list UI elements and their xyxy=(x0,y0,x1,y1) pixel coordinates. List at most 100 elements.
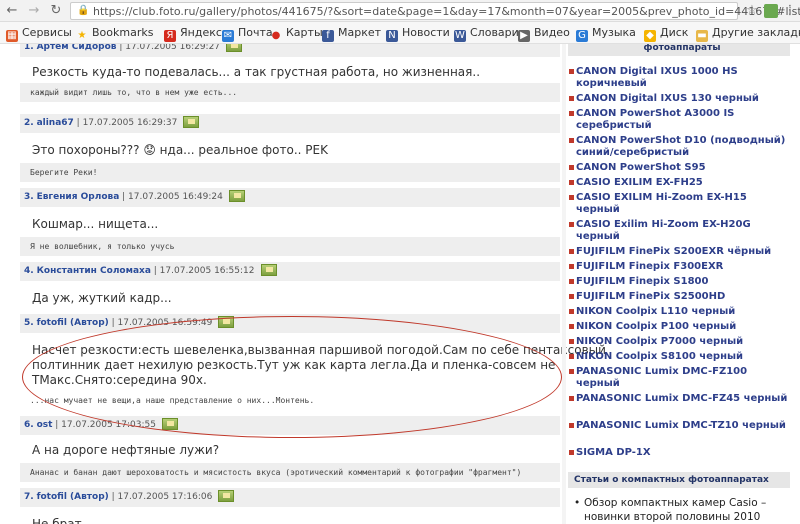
comment-text: Это похороны??? 😟 нда... реальное фото..… xyxy=(32,143,328,157)
sidebar-header: фотоаппараты xyxy=(568,44,790,56)
comment-date: | 17.07.2005 16:29:37 xyxy=(73,118,178,128)
camera-link[interactable]: FUJIFILM FinePix S2500HD xyxy=(569,291,790,303)
camera-link[interactable]: PANASONIC Lumix DMC-FZ45 черный xyxy=(569,393,790,405)
photo-thumbnail-icon[interactable] xyxy=(260,264,277,276)
camera-link[interactable]: NIKON Coolpix S8100 черный xyxy=(569,351,790,363)
camera-link[interactable]: CANON PowerShot A3000 IS серебристый xyxy=(569,108,790,132)
article-link[interactable]: Обзор компактных камер Casio – новинки в… xyxy=(574,496,788,524)
comment-text: Кошмар... нищета... xyxy=(32,217,159,231)
comment-header: 5. fotofil (Автор) | 17.07.2005 16:59:49 xyxy=(20,314,560,333)
camera-link[interactable]: CASIO Exilim Hi-Zoom EX-H20G черный xyxy=(569,219,790,243)
bookmark-star-icon[interactable]: ☆ xyxy=(744,3,760,19)
mail-icon: ✉ xyxy=(222,30,234,42)
bookmark-label: Новости xyxy=(402,26,450,39)
comment-author-link[interactable]: fotofil (Автор) xyxy=(37,492,109,502)
comment-header: 7. fotofil (Автор) | 17.07.2005 17:16:06 xyxy=(20,488,560,507)
bookmark-mail[interactable]: ✉ Почта xyxy=(222,25,273,42)
comment-signature: Берегите Реки! xyxy=(20,163,560,182)
comment-date: | 17.07.2005 16:49:24 xyxy=(119,192,223,202)
camera-link[interactable]: NIKON Coolpix P7000 черный xyxy=(569,336,790,348)
bookmarks-bar: ▦ Сервисы ★ Bookmarks Я Яндекс ✉ Почта ● Карт… xyxy=(0,22,800,44)
camera-link[interactable]: FUJIFILM Finepix F300EXR xyxy=(569,261,790,273)
comment-text: Не брат xyxy=(32,517,82,524)
comment-text: Резкость куда-то подевалась... а так гру… xyxy=(32,65,481,79)
bookmark-market[interactable]: f Маркет xyxy=(322,25,382,42)
address-bar[interactable]: 🔒 https://club.foto.ru/gallery/photos/44… xyxy=(70,2,800,20)
comment-number: 6. xyxy=(24,420,34,430)
menu-icon[interactable]: ⋮ xyxy=(782,3,798,19)
comment-author-link[interactable]: Евгения Орлова xyxy=(37,192,120,202)
comment-signature: Я не волшебник, я только учусь xyxy=(20,237,560,256)
comment-date: | 17.07.2005 16:29:27 xyxy=(116,44,221,52)
camera-link[interactable]: PANASONIC Lumix DMC-TZ10 черный xyxy=(569,420,790,432)
photo-thumbnail-icon[interactable] xyxy=(228,190,245,202)
camera-link[interactable]: FUJIFILM FinePix S200EXR чёрный xyxy=(569,246,790,258)
bookmark-label: Почта xyxy=(238,26,273,39)
forward-arrow-icon[interactable]: → xyxy=(26,3,42,19)
camera-link[interactable]: CANON PowerShot S95 xyxy=(569,162,790,174)
bookmark-yandex[interactable]: Я Яндекс xyxy=(164,25,222,42)
comment-text-line: ТМакс.Снято:середина 90х. xyxy=(32,373,207,387)
camera-link[interactable]: SIGMA DP-1X xyxy=(569,447,790,459)
comment-signature: каждый видит лишь то, что в нем уже есть… xyxy=(20,83,560,102)
photo-thumbnail-icon[interactable] xyxy=(183,116,200,128)
comment-number: 5. xyxy=(24,318,34,328)
camera-link[interactable]: CASIO EXILIM Hi-Zoom EX-H15 черный xyxy=(569,192,790,216)
camera-link[interactable]: PANASONIC Lumix DMC-FZ100 черный xyxy=(569,366,790,390)
bookmark-disk[interactable]: ◆ Диск xyxy=(644,25,688,42)
photo-thumbnail-icon[interactable] xyxy=(226,44,243,52)
bookmark-label: Словари xyxy=(470,26,519,39)
comment-author-link[interactable]: Артем Сидоров xyxy=(37,44,117,52)
reload-icon[interactable]: ↻ xyxy=(48,3,64,19)
bookmark-dictionary[interactable]: W Словари xyxy=(454,25,519,42)
bookmark-news[interactable]: N Новости xyxy=(386,25,450,42)
photo-thumbnail-icon[interactable] xyxy=(161,418,178,430)
comment-text: А на дороге нефтяные лужи? xyxy=(32,443,220,457)
comment-signature: Ананас и банан дают шероховатость и мяси… xyxy=(20,463,560,482)
comment-author-link[interactable]: fotofil (Автор) xyxy=(37,318,109,328)
comment-text: Да уж, жуткий кадр... xyxy=(32,291,172,305)
bookmark-label: Другие закладки xyxy=(712,26,800,39)
back-arrow-icon[interactable]: ← xyxy=(4,3,20,19)
comment-date: | 17.07.2005 17:03:55 xyxy=(52,420,156,430)
apps-grid-icon: ▦ xyxy=(6,30,18,42)
camera-link[interactable]: CANON Digital IXUS 130 черный xyxy=(569,93,790,105)
bookmark-label: Яндекс xyxy=(180,26,222,39)
map-pin-icon: ● xyxy=(271,30,281,41)
folder-icon: ▬ xyxy=(696,30,708,42)
page-content: 1. Артем Сидоров | 17.07.2005 16:29:27 Р… xyxy=(0,44,800,524)
camera-link[interactable]: FUJIFILM Finepix S1800 xyxy=(569,276,790,288)
camera-link[interactable]: CANON PowerShot D10 (подводный) синий/се… xyxy=(569,135,790,159)
articles-header: Статьи о компактных фотоаппаратах xyxy=(568,472,790,488)
bookmark-services[interactable]: ▦ Сервисы xyxy=(6,25,72,42)
bookmark-music[interactable]: G Музыка xyxy=(576,25,636,42)
comment-header: 6. ost | 17.07.2005 17:03:55 xyxy=(20,416,560,435)
lock-icon: 🔒 xyxy=(77,5,90,16)
comment-date: | 17.07.2005 16:59:49 xyxy=(108,318,213,328)
bookmark-label: Музыка xyxy=(592,26,636,39)
bookmark-video[interactable]: ▶ Видео xyxy=(518,25,570,42)
camera-link[interactable]: CANON Digital IXUS 1000 HS коричневый xyxy=(569,66,790,90)
bookmark-bookmarks[interactable]: ★ Bookmarks xyxy=(76,25,154,41)
yandex-icon: Я xyxy=(164,30,176,42)
bookmark-other[interactable]: ▬ Другие закладки xyxy=(696,25,800,42)
comment-author-link[interactable]: Константин Соломаха xyxy=(37,266,151,276)
dictionary-icon: W xyxy=(454,30,466,42)
comment-number: 2. xyxy=(24,118,34,128)
extension-icon[interactable] xyxy=(764,4,778,18)
comment-date: | 17.07.2005 16:55:12 xyxy=(150,266,255,276)
browser-toolbar: ← → ↻ 🔒 https://club.foto.ru/gallery/pho… xyxy=(0,0,800,22)
comment-number: 1. xyxy=(24,44,34,52)
comment-author-link[interactable]: ost xyxy=(37,420,53,430)
bookmark-label: Маркет xyxy=(338,26,382,39)
photo-thumbnail-icon[interactable] xyxy=(218,490,235,502)
camera-link[interactable]: NIKON Coolpix P100 черный xyxy=(569,321,790,333)
star-icon: ★ xyxy=(77,30,87,41)
bookmark-maps[interactable]: ● Карты xyxy=(270,25,323,41)
disk-icon: ◆ xyxy=(644,30,656,42)
camera-link[interactable]: CASIO EXILIM EX-FH25 xyxy=(569,177,790,189)
camera-link[interactable]: NIKON Coolpix L110 черный xyxy=(569,306,790,318)
comment-author-link[interactable]: alina67 xyxy=(37,118,74,128)
comment-header: 3. Евгения Орлова | 17.07.2005 16:49:24 xyxy=(20,188,560,207)
photo-thumbnail-icon[interactable] xyxy=(218,316,235,328)
